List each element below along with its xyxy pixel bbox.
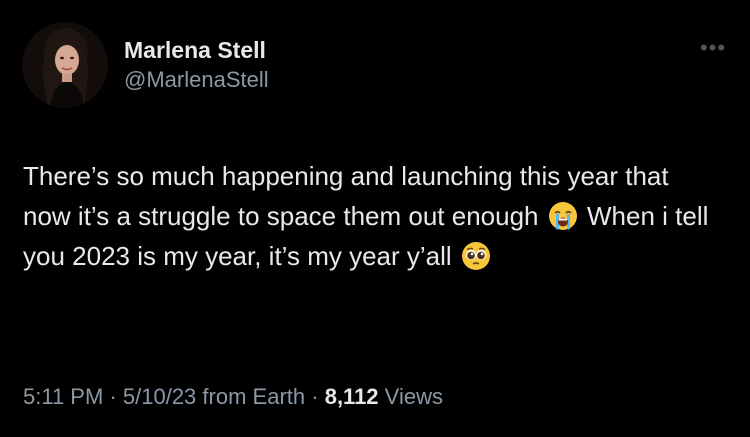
meta-separator: · [311,384,319,409]
author-handle[interactable]: @MarlenaStell [124,66,269,94]
tweet-card: Marlena Stell @MarlenaStell ••• There’s … [0,0,750,437]
more-options-icon[interactable]: ••• [698,37,728,59]
pleading-face-icon [461,241,491,271]
loudly-crying-face-icon [548,201,578,231]
author-display-name[interactable]: Marlena Stell [124,36,269,64]
tweet-time[interactable]: 5:11 PM [23,384,103,409]
tweet-text: There’s so much happening and launching … [23,156,723,276]
avatar-image [22,22,108,108]
views-label[interactable]: Views [385,384,443,409]
tweet-meta: 5:11 PM · 5/10/23 from Earth · 8,112 Vie… [23,383,443,411]
tweet-source: from Earth [202,384,306,409]
meta-separator: · [109,384,117,409]
avatar[interactable] [22,22,108,108]
views-count[interactable]: 8,112 [325,384,379,409]
user-info: Marlena Stell @MarlenaStell [124,36,269,94]
tweet-date[interactable]: 5/10/23 [123,384,196,409]
